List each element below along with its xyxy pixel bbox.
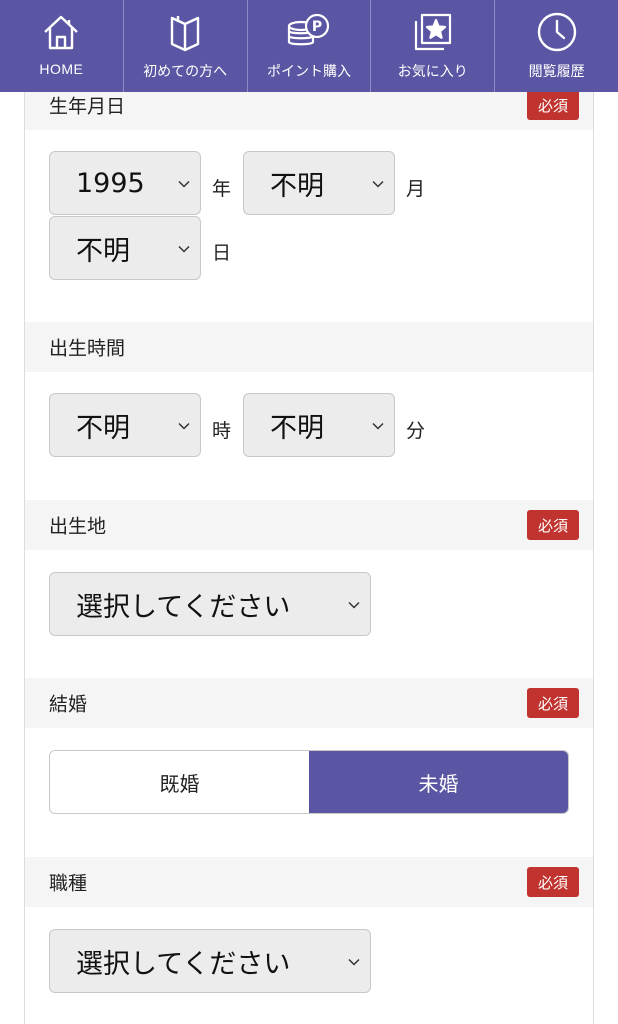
chevron-down-icon	[372, 174, 384, 193]
birthplace-value: 選択してください	[76, 591, 291, 623]
required-badge: 必須	[527, 688, 579, 718]
required-badge: 必須	[527, 510, 579, 540]
svg-text:P: P	[312, 19, 322, 35]
marriage-header: 結婚 必須	[25, 678, 593, 728]
top-navigation: HOME 初めての方へ P ポイント購入 お気に入り 閲覧履歴	[0, 0, 618, 92]
occupation-header: 職種 必須	[25, 857, 593, 907]
nav-points[interactable]: P ポイント購入	[248, 0, 372, 92]
coins-icon: P	[285, 10, 333, 54]
nav-beginners-label: 初めての方へ	[143, 64, 228, 80]
year-select[interactable]: 1995	[49, 151, 201, 215]
unmarried-option[interactable]: 未婚	[309, 751, 568, 813]
home-icon	[41, 10, 81, 54]
birthdate-header: 生年月日 必須	[25, 92, 593, 130]
minute-value: 不明	[270, 412, 324, 444]
occupation-select[interactable]: 選択してください	[49, 929, 371, 993]
book-icon	[169, 10, 201, 54]
chevron-down-icon	[178, 174, 190, 193]
month-unit: 月	[406, 178, 426, 200]
birthplace-select[interactable]: 選択してください	[49, 572, 371, 636]
birthplace-header: 出生地 必須	[25, 500, 593, 550]
day-unit: 日	[212, 242, 232, 264]
chevron-down-icon	[348, 952, 360, 971]
birthtime-header: 出生時間	[25, 322, 593, 372]
day-value: 不明	[76, 235, 130, 267]
birthplace-title: 出生地	[49, 515, 107, 538]
married-option[interactable]: 既婚	[50, 751, 309, 813]
birthdate-title: 生年月日	[49, 95, 126, 118]
required-badge: 必須	[527, 92, 579, 120]
year-unit: 年	[212, 178, 232, 200]
nav-favorites-label: お気に入り	[397, 64, 468, 80]
minute-unit: 分	[406, 420, 426, 442]
day-select[interactable]: 不明	[49, 216, 201, 280]
occupation-value: 選択してください	[76, 948, 291, 980]
chevron-down-icon	[178, 239, 190, 258]
hour-value: 不明	[76, 412, 130, 444]
chevron-down-icon	[178, 416, 190, 435]
nav-home[interactable]: HOME	[0, 0, 124, 92]
marriage-title: 結婚	[49, 693, 88, 716]
nav-points-label: ポイント購入	[266, 64, 351, 80]
occupation-title: 職種	[49, 872, 88, 895]
month-select[interactable]: 不明	[243, 151, 395, 215]
clock-icon	[536, 10, 578, 54]
nav-favorites[interactable]: お気に入り	[371, 0, 496, 92]
month-value: 不明	[270, 170, 324, 202]
hour-select[interactable]: 不明	[49, 393, 201, 457]
hour-unit: 時	[212, 420, 232, 442]
star-icon	[412, 10, 454, 54]
nav-beginners[interactable]: 初めての方へ	[124, 0, 248, 92]
nav-history[interactable]: 閲覧履歴	[495, 0, 618, 92]
chevron-down-icon	[372, 416, 384, 435]
nav-history-label: 閲覧履歴	[528, 64, 585, 80]
chevron-down-icon	[348, 595, 360, 614]
required-badge: 必須	[527, 867, 579, 897]
birthtime-title: 出生時間	[49, 337, 126, 360]
profile-form: 生年月日 必須 1995 年 不明 月 不明 日 出生時間 不明 時 不明 分 …	[24, 92, 594, 1024]
year-value: 1995	[76, 167, 145, 199]
minute-select[interactable]: 不明	[243, 393, 395, 457]
marriage-toggle: 既婚 未婚	[49, 750, 569, 814]
nav-home-label: HOME	[39, 61, 84, 77]
